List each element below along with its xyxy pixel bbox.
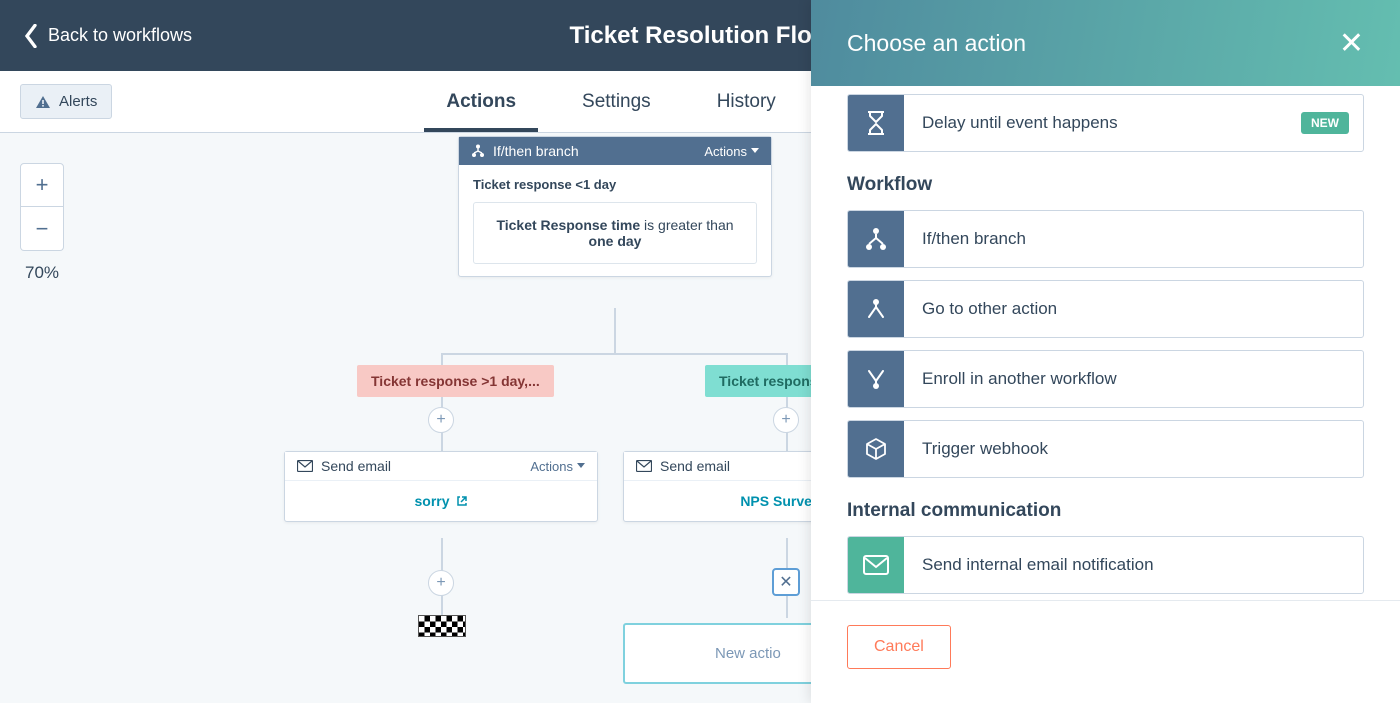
panel-body[interactable]: Delay until event happens NEW Workflow I… bbox=[811, 86, 1400, 600]
send-email-node-left[interactable]: Send email Actions sorry bbox=[284, 451, 598, 522]
add-step-button[interactable]: + bbox=[428, 407, 454, 433]
hourglass-icon bbox=[848, 95, 904, 151]
node-type-label: Send email bbox=[660, 458, 730, 474]
action-label: Go to other action bbox=[904, 299, 1363, 319]
section-workflow: Workflow bbox=[847, 174, 1364, 196]
zoom-level: 70% bbox=[25, 263, 59, 283]
tab-actions[interactable]: Actions bbox=[442, 73, 520, 131]
branch-icon bbox=[471, 144, 485, 158]
close-icon[interactable]: ✕ bbox=[1339, 26, 1364, 61]
action-go-to-other[interactable]: Go to other action bbox=[847, 280, 1364, 338]
send-email-header: Send email Actions bbox=[285, 452, 597, 481]
panel-footer: Cancel bbox=[811, 600, 1400, 703]
new-badge: NEW bbox=[1301, 112, 1349, 134]
section-internal: Internal communication bbox=[847, 500, 1364, 522]
choose-action-panel: Choose an action ✕ Delay until event hap… bbox=[811, 0, 1400, 703]
branch-node[interactable]: If/then branch Actions Ticket response <… bbox=[458, 136, 772, 277]
back-to-workflows-link[interactable]: Back to workflows bbox=[24, 24, 192, 48]
action-trigger-webhook[interactable]: Trigger webhook bbox=[847, 420, 1364, 478]
email-template-link[interactable]: sorry bbox=[414, 493, 467, 509]
external-link-icon bbox=[456, 495, 468, 507]
tab-settings[interactable]: Settings bbox=[578, 73, 655, 131]
panel-header: Choose an action ✕ bbox=[811, 0, 1400, 86]
branch-label-left[interactable]: Ticket response >1 day,... bbox=[357, 365, 554, 397]
connector bbox=[614, 308, 616, 353]
action-enroll-workflow[interactable]: Enroll in another workflow bbox=[847, 350, 1364, 408]
zoom-in-button[interactable]: + bbox=[20, 163, 64, 207]
cube-icon bbox=[848, 421, 904, 477]
zoom-controls: + − 70% bbox=[20, 163, 64, 283]
action-label: If/then branch bbox=[904, 229, 1363, 249]
merge-icon bbox=[848, 281, 904, 337]
action-label: Trigger webhook bbox=[904, 439, 1363, 459]
zoom-out-button[interactable]: − bbox=[20, 207, 64, 251]
cancel-button[interactable]: Cancel bbox=[847, 625, 951, 669]
branch-condition-box: Ticket Response time is greater than one… bbox=[473, 202, 757, 264]
back-label: Back to workflows bbox=[48, 25, 192, 46]
remove-step-button[interactable]: ✕ bbox=[772, 568, 800, 596]
mail-icon bbox=[636, 460, 652, 472]
add-step-button[interactable]: + bbox=[428, 570, 454, 596]
alerts-button[interactable]: Alerts bbox=[20, 84, 112, 119]
email-actions-menu[interactable]: Actions bbox=[530, 459, 585, 474]
action-label: Delay until event happens bbox=[904, 113, 1301, 133]
panel-title: Choose an action bbox=[847, 30, 1026, 57]
branch-node-header: If/then branch Actions bbox=[459, 137, 771, 165]
email-template-link[interactable]: NPS Survey bbox=[740, 493, 819, 509]
caret-down-icon bbox=[751, 148, 759, 154]
action-internal-email[interactable]: Send internal email notification bbox=[847, 536, 1364, 594]
chevron-left-icon bbox=[24, 24, 38, 48]
mail-icon bbox=[848, 537, 904, 593]
branch-actions-menu[interactable]: Actions bbox=[704, 144, 759, 159]
workflow-title: Ticket Resolution Flow bbox=[570, 22, 831, 50]
node-type-label: Send email bbox=[321, 458, 391, 474]
alert-icon bbox=[35, 95, 51, 109]
connector bbox=[441, 353, 788, 355]
action-label: Send internal email notification bbox=[904, 555, 1363, 575]
enroll-icon bbox=[848, 351, 904, 407]
mail-icon bbox=[297, 460, 313, 472]
action-delay-until-event[interactable]: Delay until event happens NEW bbox=[847, 94, 1364, 152]
caret-down-icon bbox=[577, 463, 585, 469]
tabs: Actions Settings History bbox=[442, 73, 779, 131]
branch-type-label: If/then branch bbox=[493, 143, 579, 159]
branch-subhead: Ticket response <1 day bbox=[473, 177, 757, 192]
finish-marker bbox=[418, 615, 466, 637]
add-step-button[interactable]: + bbox=[773, 407, 799, 433]
action-if-then-branch[interactable]: If/then branch bbox=[847, 210, 1364, 268]
alerts-label: Alerts bbox=[59, 93, 97, 110]
branch-icon bbox=[848, 211, 904, 267]
action-label: Enroll in another workflow bbox=[904, 369, 1363, 389]
tab-history[interactable]: History bbox=[713, 73, 780, 131]
